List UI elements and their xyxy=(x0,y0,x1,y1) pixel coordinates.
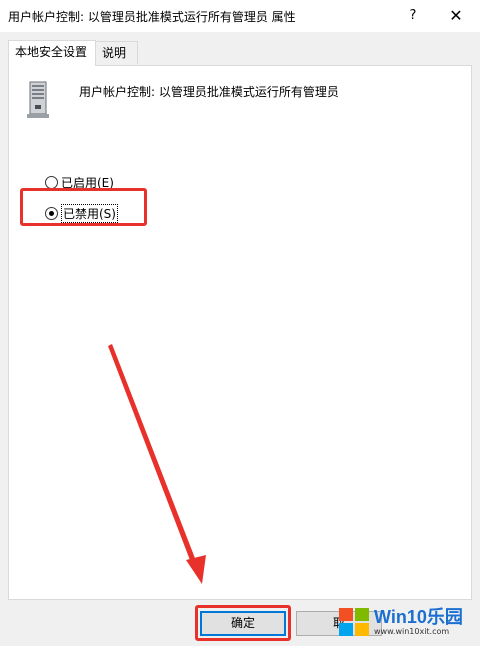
enabled-radio[interactable] xyxy=(45,175,58,189)
server-policy-icon xyxy=(27,81,49,118)
windows-logo-icon xyxy=(339,608,369,636)
watermark: Win10乐园 www.win10xit.com xyxy=(338,602,468,642)
title-bar: 用户帐户控制: 以管理员批准模式运行所有管理员 属性 ? ✕ xyxy=(0,0,480,32)
tab-explain[interactable]: 说明 xyxy=(95,41,138,64)
policy-title: 用户帐户控制: 以管理员批准模式运行所有管理员 xyxy=(79,85,339,99)
annotation-highlight-ok xyxy=(195,605,291,641)
annotation-highlight-disabled xyxy=(20,188,147,226)
tab-label: 说明 xyxy=(102,46,127,60)
settings-panel: 用户帐户控制: 以管理员批准模式运行所有管理员 已启用(E) 已禁用(S) xyxy=(8,65,472,600)
watermark-main: Win10乐园 xyxy=(374,607,463,627)
tab-label: 本地安全设置 xyxy=(15,45,88,59)
close-button[interactable]: ✕ xyxy=(432,0,480,32)
help-button[interactable]: ? xyxy=(394,0,432,32)
window-title: 用户帐户控制: 以管理员批准模式运行所有管理员 属性 xyxy=(8,10,296,24)
tab-local-security-setting[interactable]: 本地安全设置 xyxy=(8,40,96,66)
watermark-sub: www.win10xit.com xyxy=(374,627,450,636)
